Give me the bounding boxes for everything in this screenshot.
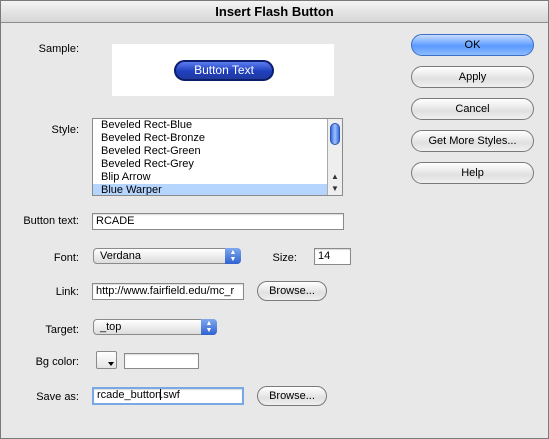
save-as-label: Save as: <box>36 391 79 403</box>
style-list-scrollbar[interactable]: ▲ ▼ <box>327 119 342 195</box>
sample-flash-button: Button Text <box>174 60 274 81</box>
bg-color-label: Bg color: <box>35 356 79 368</box>
style-list[interactable]: Beveled Rect-Blue Beveled Rect-Bronze Be… <box>92 118 343 196</box>
bg-color-input[interactable] <box>124 353 199 369</box>
save-as-value-after-caret: .swf <box>160 389 180 401</box>
target-select-value: _top <box>100 321 122 333</box>
updown-arrows-icon: ▲ ▼ <box>225 248 241 264</box>
insert-flash-button-dialog: Insert Flash Button Sample: Button Text … <box>0 0 549 439</box>
help-button[interactable]: Help <box>411 162 534 184</box>
button-text-label: Button text: <box>23 215 79 227</box>
target-select[interactable]: _top ▲ ▼ <box>93 319 217 335</box>
button-text-input[interactable]: RCADE <box>92 213 344 230</box>
save-as-value-before-caret: rcade_button <box>97 389 162 401</box>
font-select[interactable]: Verdana ▲ ▼ <box>93 248 241 264</box>
dialog-title: Insert Flash Button <box>1 1 548 23</box>
style-list-item[interactable]: Blip Arrow <box>93 171 342 184</box>
cancel-button[interactable]: Cancel <box>411 98 534 120</box>
swatch-dropdown-triangle-icon <box>108 362 114 366</box>
bg-color-swatch-button[interactable] <box>96 351 117 369</box>
save-as-browse-button[interactable]: Browse... <box>257 386 327 406</box>
style-list-item[interactable]: Beveled Rect-Green <box>93 145 342 158</box>
ok-button[interactable]: OK <box>411 34 534 56</box>
style-list-item[interactable]: Beveled Rect-Blue <box>93 119 342 132</box>
style-list-item-selected[interactable]: Blue Warper <box>93 184 342 195</box>
link-label: Link: <box>55 286 79 298</box>
size-input[interactable]: 14 <box>314 248 351 265</box>
style-list-item[interactable]: Beveled Rect-Grey <box>93 158 342 171</box>
save-as-input[interactable]: rcade_button.swf <box>92 387 244 405</box>
sample-label: Sample: <box>38 43 79 55</box>
font-label: Font: <box>53 252 79 264</box>
size-label: Size: <box>272 252 297 264</box>
get-more-styles-button[interactable]: Get More Styles... <box>411 130 534 152</box>
sample-preview: Button Text <box>112 44 334 96</box>
style-label: Style: <box>51 124 79 136</box>
scroll-up-arrow-icon[interactable]: ▲ <box>328 171 342 183</box>
updown-arrows-icon: ▲ ▼ <box>201 319 217 335</box>
link-input[interactable]: http://www.fairfield.edu/mc_r <box>92 283 244 300</box>
font-select-value: Verdana <box>100 250 141 262</box>
link-browse-button[interactable]: Browse... <box>257 281 327 301</box>
style-list-item[interactable]: Beveled Rect-Bronze <box>93 132 342 145</box>
scrollbar-thumb[interactable] <box>330 123 340 145</box>
target-label: Target: <box>45 324 79 336</box>
apply-button[interactable]: Apply <box>411 66 534 88</box>
scroll-down-arrow-icon[interactable]: ▼ <box>328 183 342 195</box>
